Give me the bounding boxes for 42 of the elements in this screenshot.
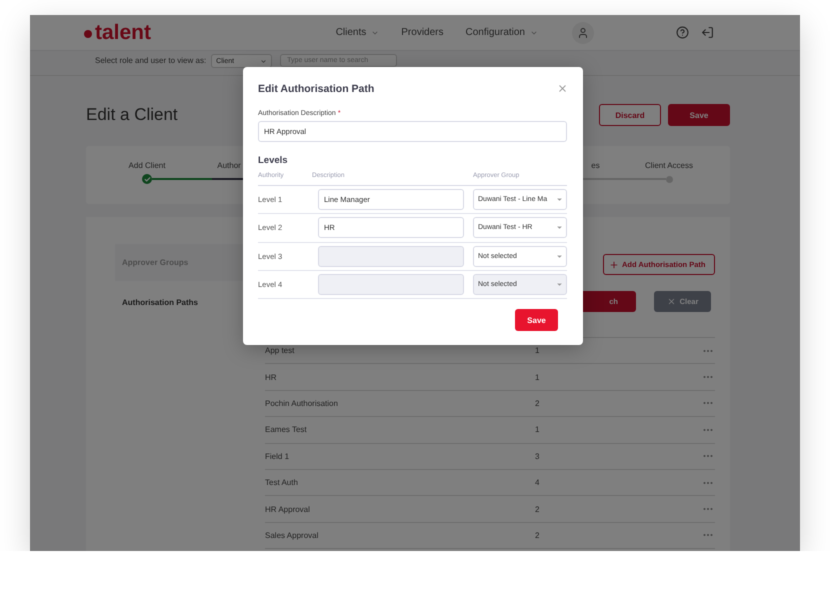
table-cell-text: 1: [535, 346, 540, 356]
table-cell-text: Eames Test: [265, 425, 308, 434]
step-label: Client Access: [644, 161, 694, 170]
nav-link[interactable]: Configuration: [466, 27, 538, 38]
logout-icon[interactable]: [701, 26, 714, 39]
save-button[interactable]: Save: [668, 104, 730, 126]
page-title: Edit a Client: [86, 105, 178, 125]
step-label: Add Client: [128, 161, 166, 170]
table-cell-text: 1: [535, 425, 540, 434]
caret-icon: [260, 58, 268, 64]
nav-link[interactable]: Providers: [401, 27, 444, 38]
user-avatar[interactable]: [572, 22, 594, 44]
table-cell-text: HR Approval: [265, 504, 311, 514]
step-label: es: [591, 161, 601, 170]
levels-heading: Levels: [258, 155, 289, 166]
table-cell-text: 2: [535, 398, 540, 408]
table-cell-text: Sales Approval: [265, 530, 320, 540]
table-cell-text: 4: [535, 478, 540, 488]
help-icon[interactable]: [676, 26, 689, 39]
modal-save-button[interactable]: Save: [515, 309, 558, 332]
table-cell-text: 1: [535, 372, 540, 382]
modal-title: Edit Authorisation Path: [258, 82, 374, 94]
caret-icon: [556, 196, 563, 204]
table-cell-text: HR: [265, 372, 278, 382]
table-cell-text: 2: [535, 530, 540, 540]
caret-icon: [556, 252, 563, 260]
caret-icon: [556, 281, 563, 288]
caret-icon: [556, 224, 563, 232]
logo: talent: [84, 20, 152, 44]
x-icon: [666, 297, 676, 306]
nav-link[interactable]: Clients: [336, 27, 380, 38]
step-label: Author: [216, 161, 241, 170]
table-cell-text: 3: [535, 452, 540, 461]
table-cell-text: Test Auth: [265, 478, 299, 488]
discard-button[interactable]: Discard: [599, 104, 661, 126]
table-cell-text: App test: [265, 346, 296, 356]
table-cell-text: Pochin Authorisation: [265, 398, 339, 408]
table-cell-text: Field 1: [265, 452, 290, 461]
table-cell-text: 2: [535, 504, 540, 514]
view-as-label: Select role and user to view as:: [95, 55, 206, 67]
plus-icon: [609, 260, 619, 270]
close-button[interactable]: [557, 83, 568, 94]
